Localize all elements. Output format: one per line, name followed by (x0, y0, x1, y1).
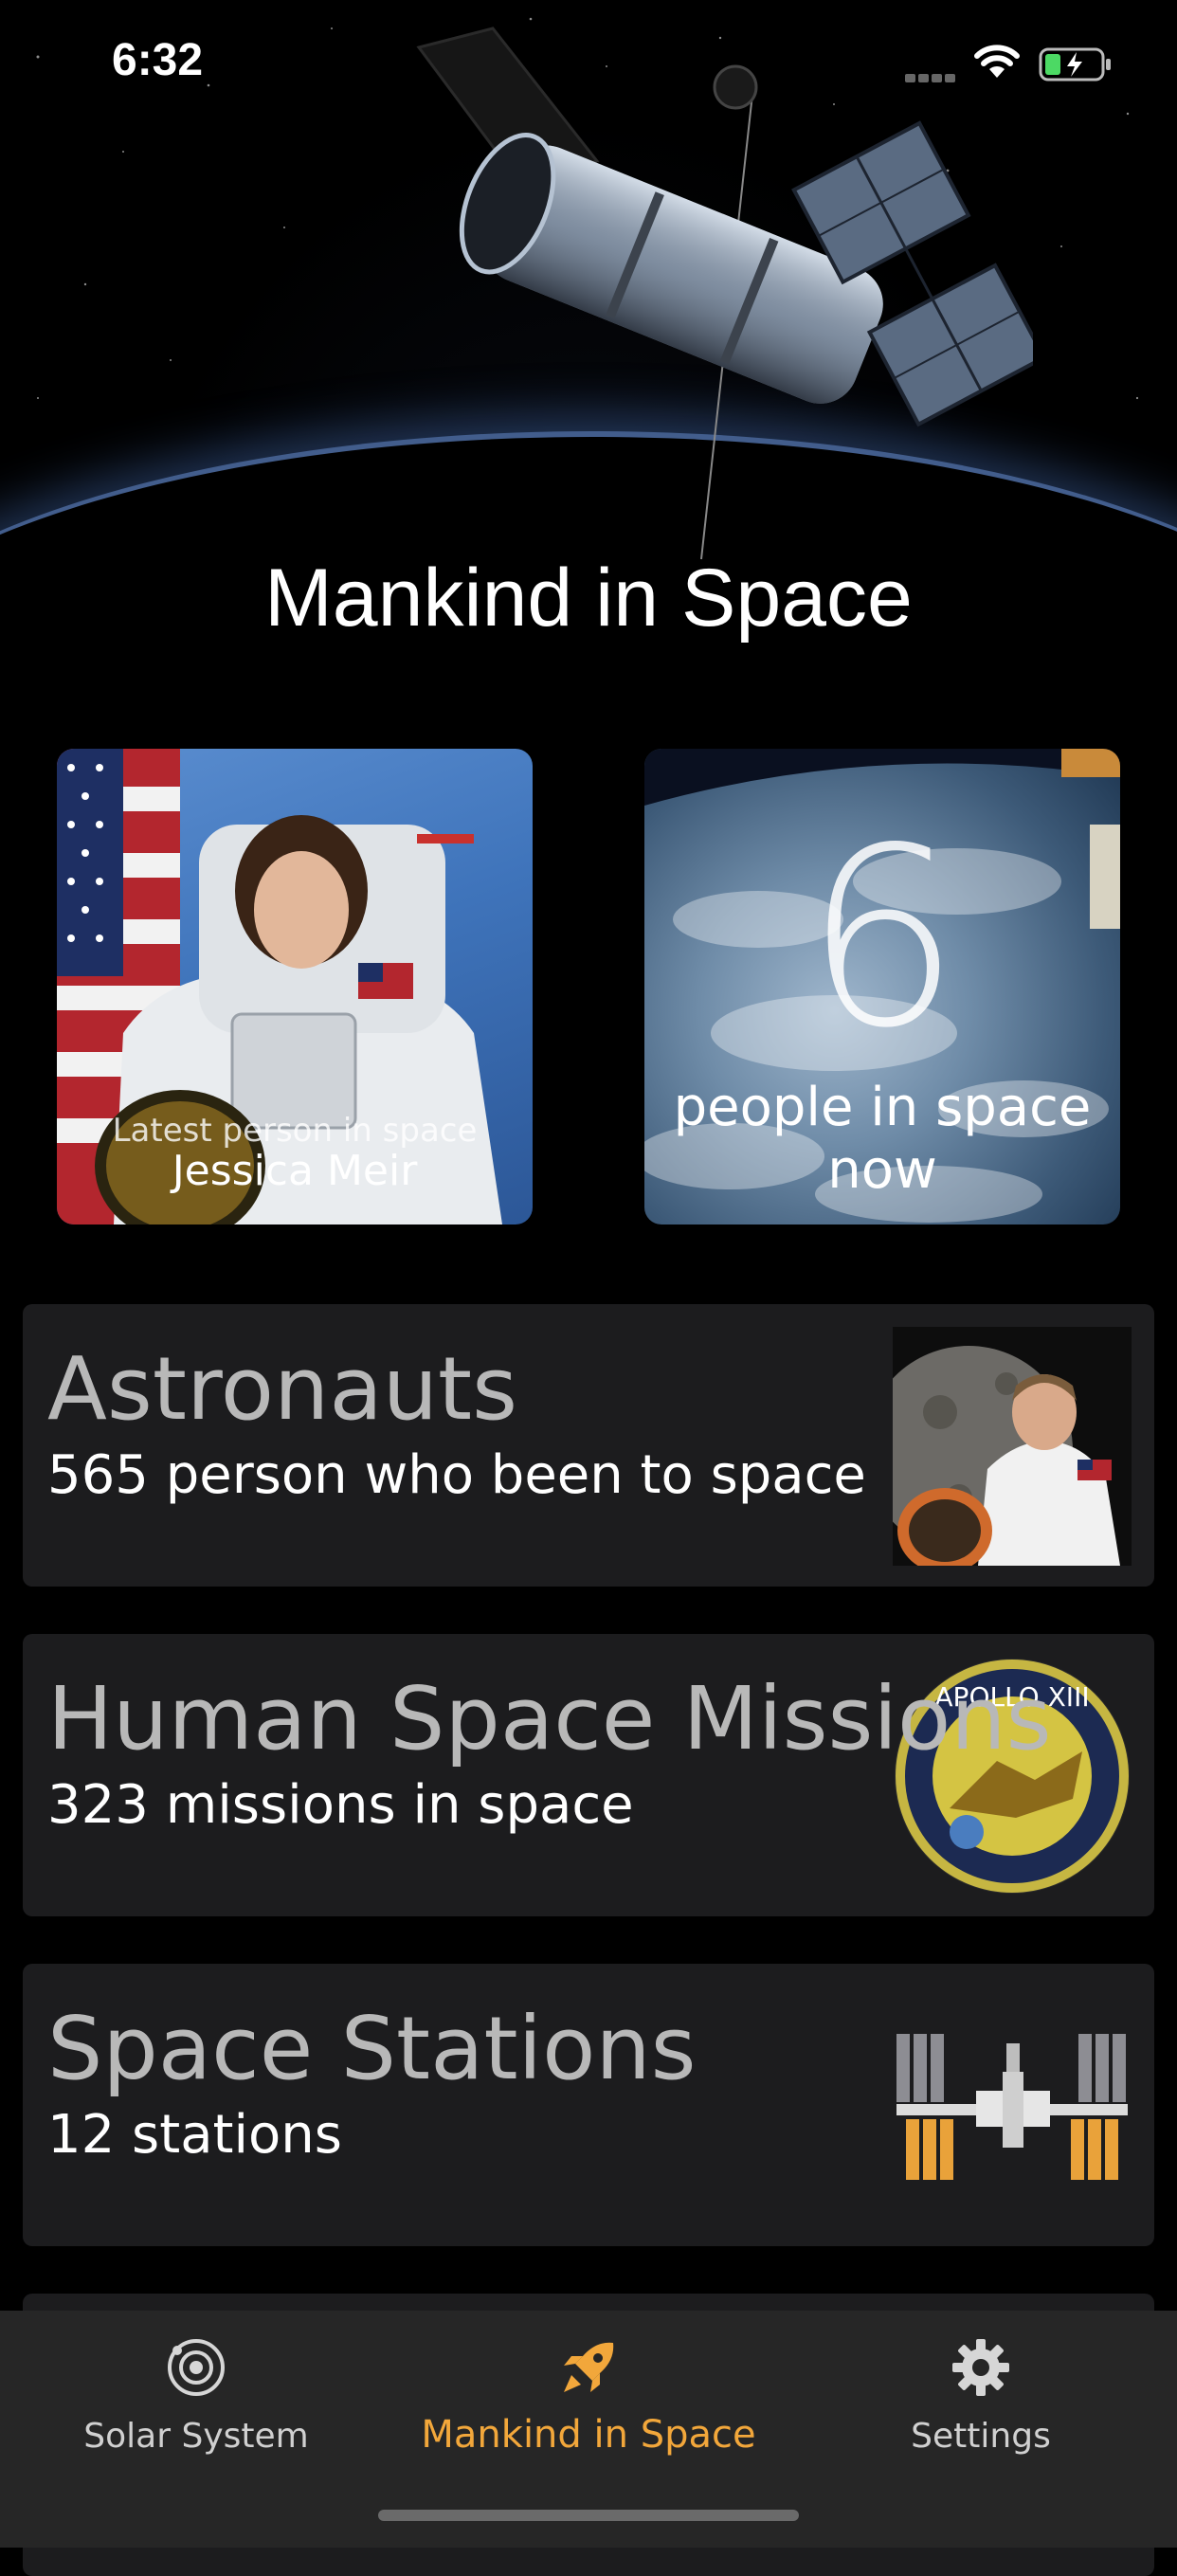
people-in-space-label-line2: now (827, 1139, 937, 1201)
human-space-missions-row[interactable]: APOLLO XIII Human Space Missions 323 mis… (23, 1634, 1154, 1916)
latest-person-card[interactable]: Latest person in space Jessica Meir (57, 749, 533, 1225)
tab-label: Solar System (83, 2417, 309, 2456)
cellular-signal-icon (905, 68, 964, 82)
tab-label: Settings (911, 2417, 1051, 2456)
people-in-space-count: 6 (804, 796, 961, 1082)
latest-person-name: Jessica Meir (172, 1147, 418, 1195)
people-in-space-label: people in space now (644, 1077, 1120, 1202)
people-in-space-label-line1: people in space (673, 1077, 1092, 1138)
row-title: Human Space Missions (47, 1668, 1052, 1769)
row-subtitle: 12 stations (47, 2104, 342, 2166)
astronauts-row[interactable]: Astronauts 565 person who been to space (23, 1304, 1154, 1587)
rocket-icon (564, 2342, 614, 2392)
latest-person-caption: Latest person in space (112, 1112, 478, 1150)
status-bar: 6:32 (0, 0, 1177, 133)
space-stations-row[interactable]: Space Stations 12 stations (23, 1964, 1154, 2246)
row-subtitle: 323 missions in space (47, 1774, 634, 1836)
wifi-icon (974, 45, 1020, 78)
armstrong-portrait-icon (893, 1327, 1132, 1566)
tab-solar-system[interactable]: Solar System (0, 2311, 392, 2481)
iss-station-icon (896, 2034, 1128, 2180)
row-title: Space Stations (47, 1998, 697, 2099)
tab-label: Mankind in Space (421, 2413, 756, 2457)
row-subtitle: 565 person who been to space (47, 1444, 866, 1506)
row-title: Astronauts (47, 1338, 518, 1440)
page-title: Mankind in Space (264, 553, 913, 644)
orbit-icon (168, 2339, 225, 2396)
people-in-space-card[interactable]: 6 people in space now (644, 749, 1120, 1225)
battery-charging-icon (1039, 47, 1111, 82)
tab-settings[interactable]: Settings (785, 2311, 1177, 2481)
home-indicator[interactable] (378, 2510, 799, 2521)
status-time: 6:32 (112, 35, 204, 85)
gear-icon (952, 2339, 1009, 2396)
tab-mankind-in-space[interactable]: Mankind in Space (392, 2311, 785, 2481)
